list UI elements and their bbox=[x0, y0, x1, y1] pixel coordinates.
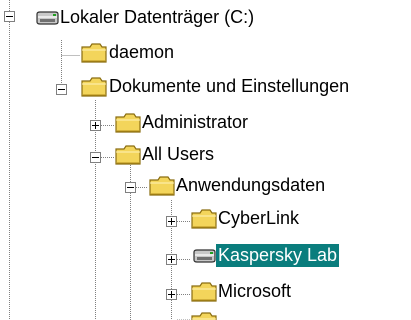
tree-item-label[interactable]: Dokumente und Einstellungen bbox=[107, 75, 351, 98]
folder-icon[interactable] bbox=[114, 143, 142, 167]
tree-item-label[interactable]: Microsoft bbox=[216, 280, 293, 303]
minus-icon bbox=[58, 89, 65, 90]
tree-item-label[interactable]: Anwendungsdaten bbox=[174, 174, 327, 197]
plus-icon-vertical bbox=[95, 122, 96, 129]
plus-icon-vertical bbox=[171, 218, 172, 225]
minus-icon bbox=[6, 16, 13, 17]
plus-icon-vertical bbox=[171, 291, 172, 298]
expand-toggle[interactable] bbox=[166, 254, 177, 265]
tree-item-label[interactable]: All Users bbox=[140, 143, 216, 166]
minus-icon bbox=[92, 157, 99, 158]
minus-icon bbox=[127, 187, 134, 188]
drive-icon[interactable] bbox=[33, 6, 61, 30]
expand-toggle[interactable] bbox=[90, 120, 101, 131]
plus-icon-vertical bbox=[171, 256, 172, 263]
collapse-toggle[interactable] bbox=[125, 182, 136, 193]
expand-toggle[interactable] bbox=[166, 289, 177, 300]
folder-icon[interactable] bbox=[148, 174, 176, 198]
folder-icon[interactable] bbox=[190, 280, 218, 304]
folder-tree-view: Lokaler Datenträger (C:) daemon Dokumente … bbox=[0, 0, 411, 320]
tree-item-label[interactable]: daemon bbox=[107, 41, 176, 64]
folder-icon[interactable] bbox=[114, 111, 142, 135]
folder-icon[interactable] bbox=[80, 41, 108, 65]
tree-item-label[interactable]: Administrator bbox=[140, 111, 250, 134]
collapse-toggle[interactable] bbox=[4, 11, 15, 22]
expand-toggle[interactable] bbox=[166, 216, 177, 227]
folder-icon[interactable] bbox=[190, 207, 218, 231]
drive-icon[interactable] bbox=[190, 244, 218, 268]
collapse-toggle[interactable] bbox=[56, 84, 67, 95]
folder-icon[interactable] bbox=[190, 310, 218, 320]
collapse-toggle[interactable] bbox=[90, 152, 101, 163]
tree-item-label[interactable] bbox=[216, 310, 220, 320]
tree-item-label[interactable]: CyberLink bbox=[216, 207, 301, 230]
tree-item-label-selected[interactable]: Kaspersky Lab bbox=[216, 244, 340, 267]
tree-item-label[interactable]: Lokaler Datenträger (C:) bbox=[58, 6, 256, 29]
folder-icon[interactable] bbox=[80, 75, 108, 99]
